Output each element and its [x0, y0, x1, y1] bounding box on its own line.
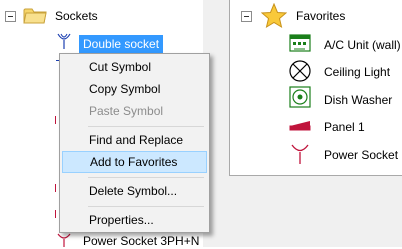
menu-item-add-to-favorites[interactable]: Add to Favorites — [62, 151, 207, 173]
menu-separator — [88, 177, 204, 178]
double-socket-icon — [57, 33, 71, 49]
menu-separator — [88, 206, 204, 207]
menu-separator — [88, 126, 204, 127]
favorite-item-power-socket[interactable]: Power Socket — [324, 147, 398, 163]
menu-item-properties[interactable]: Properties... — [62, 209, 207, 231]
favorite-item-ceiling-light[interactable]: Ceiling Light — [324, 64, 390, 80]
ceiling-light-icon — [289, 60, 311, 82]
tree-folder-favorites[interactable]: Favorites — [296, 8, 345, 24]
dish-washer-icon — [289, 86, 311, 108]
star-icon — [261, 3, 287, 29]
favorite-item-ac-unit[interactable]: A/C Unit (wall) — [324, 37, 401, 53]
menu-item-delete-symbol[interactable]: Delete Symbol... — [62, 180, 207, 202]
collapse-favorites-toggle[interactable] — [241, 11, 252, 22]
menu-item-copy-symbol[interactable]: Copy Symbol — [62, 78, 207, 100]
menu-item-find-and-replace[interactable]: Find and Replace — [62, 129, 207, 151]
menu-item-paste-symbol[interactable]: Paste Symbol — [62, 100, 207, 122]
ac-unit-icon — [289, 34, 311, 52]
panel-icon — [289, 121, 311, 131]
menu-item-cut-symbol[interactable]: Cut Symbol — [62, 56, 207, 78]
context-menu: Cut Symbol Copy Symbol Paste Symbol Find… — [59, 53, 210, 233]
power-socket-3ph-icon — [57, 233, 71, 247]
collapse-sockets-toggle[interactable] — [5, 11, 16, 22]
tree-item-double-socket[interactable]: Double socket — [79, 35, 164, 53]
favorite-item-dish-washer[interactable]: Dish Washer — [324, 92, 392, 108]
power-socket-icon — [291, 144, 309, 164]
tree-folder-sockets[interactable]: Sockets — [55, 8, 98, 24]
folder-icon — [23, 8, 47, 24]
favorite-item-panel-1[interactable]: Panel 1 — [324, 119, 365, 135]
